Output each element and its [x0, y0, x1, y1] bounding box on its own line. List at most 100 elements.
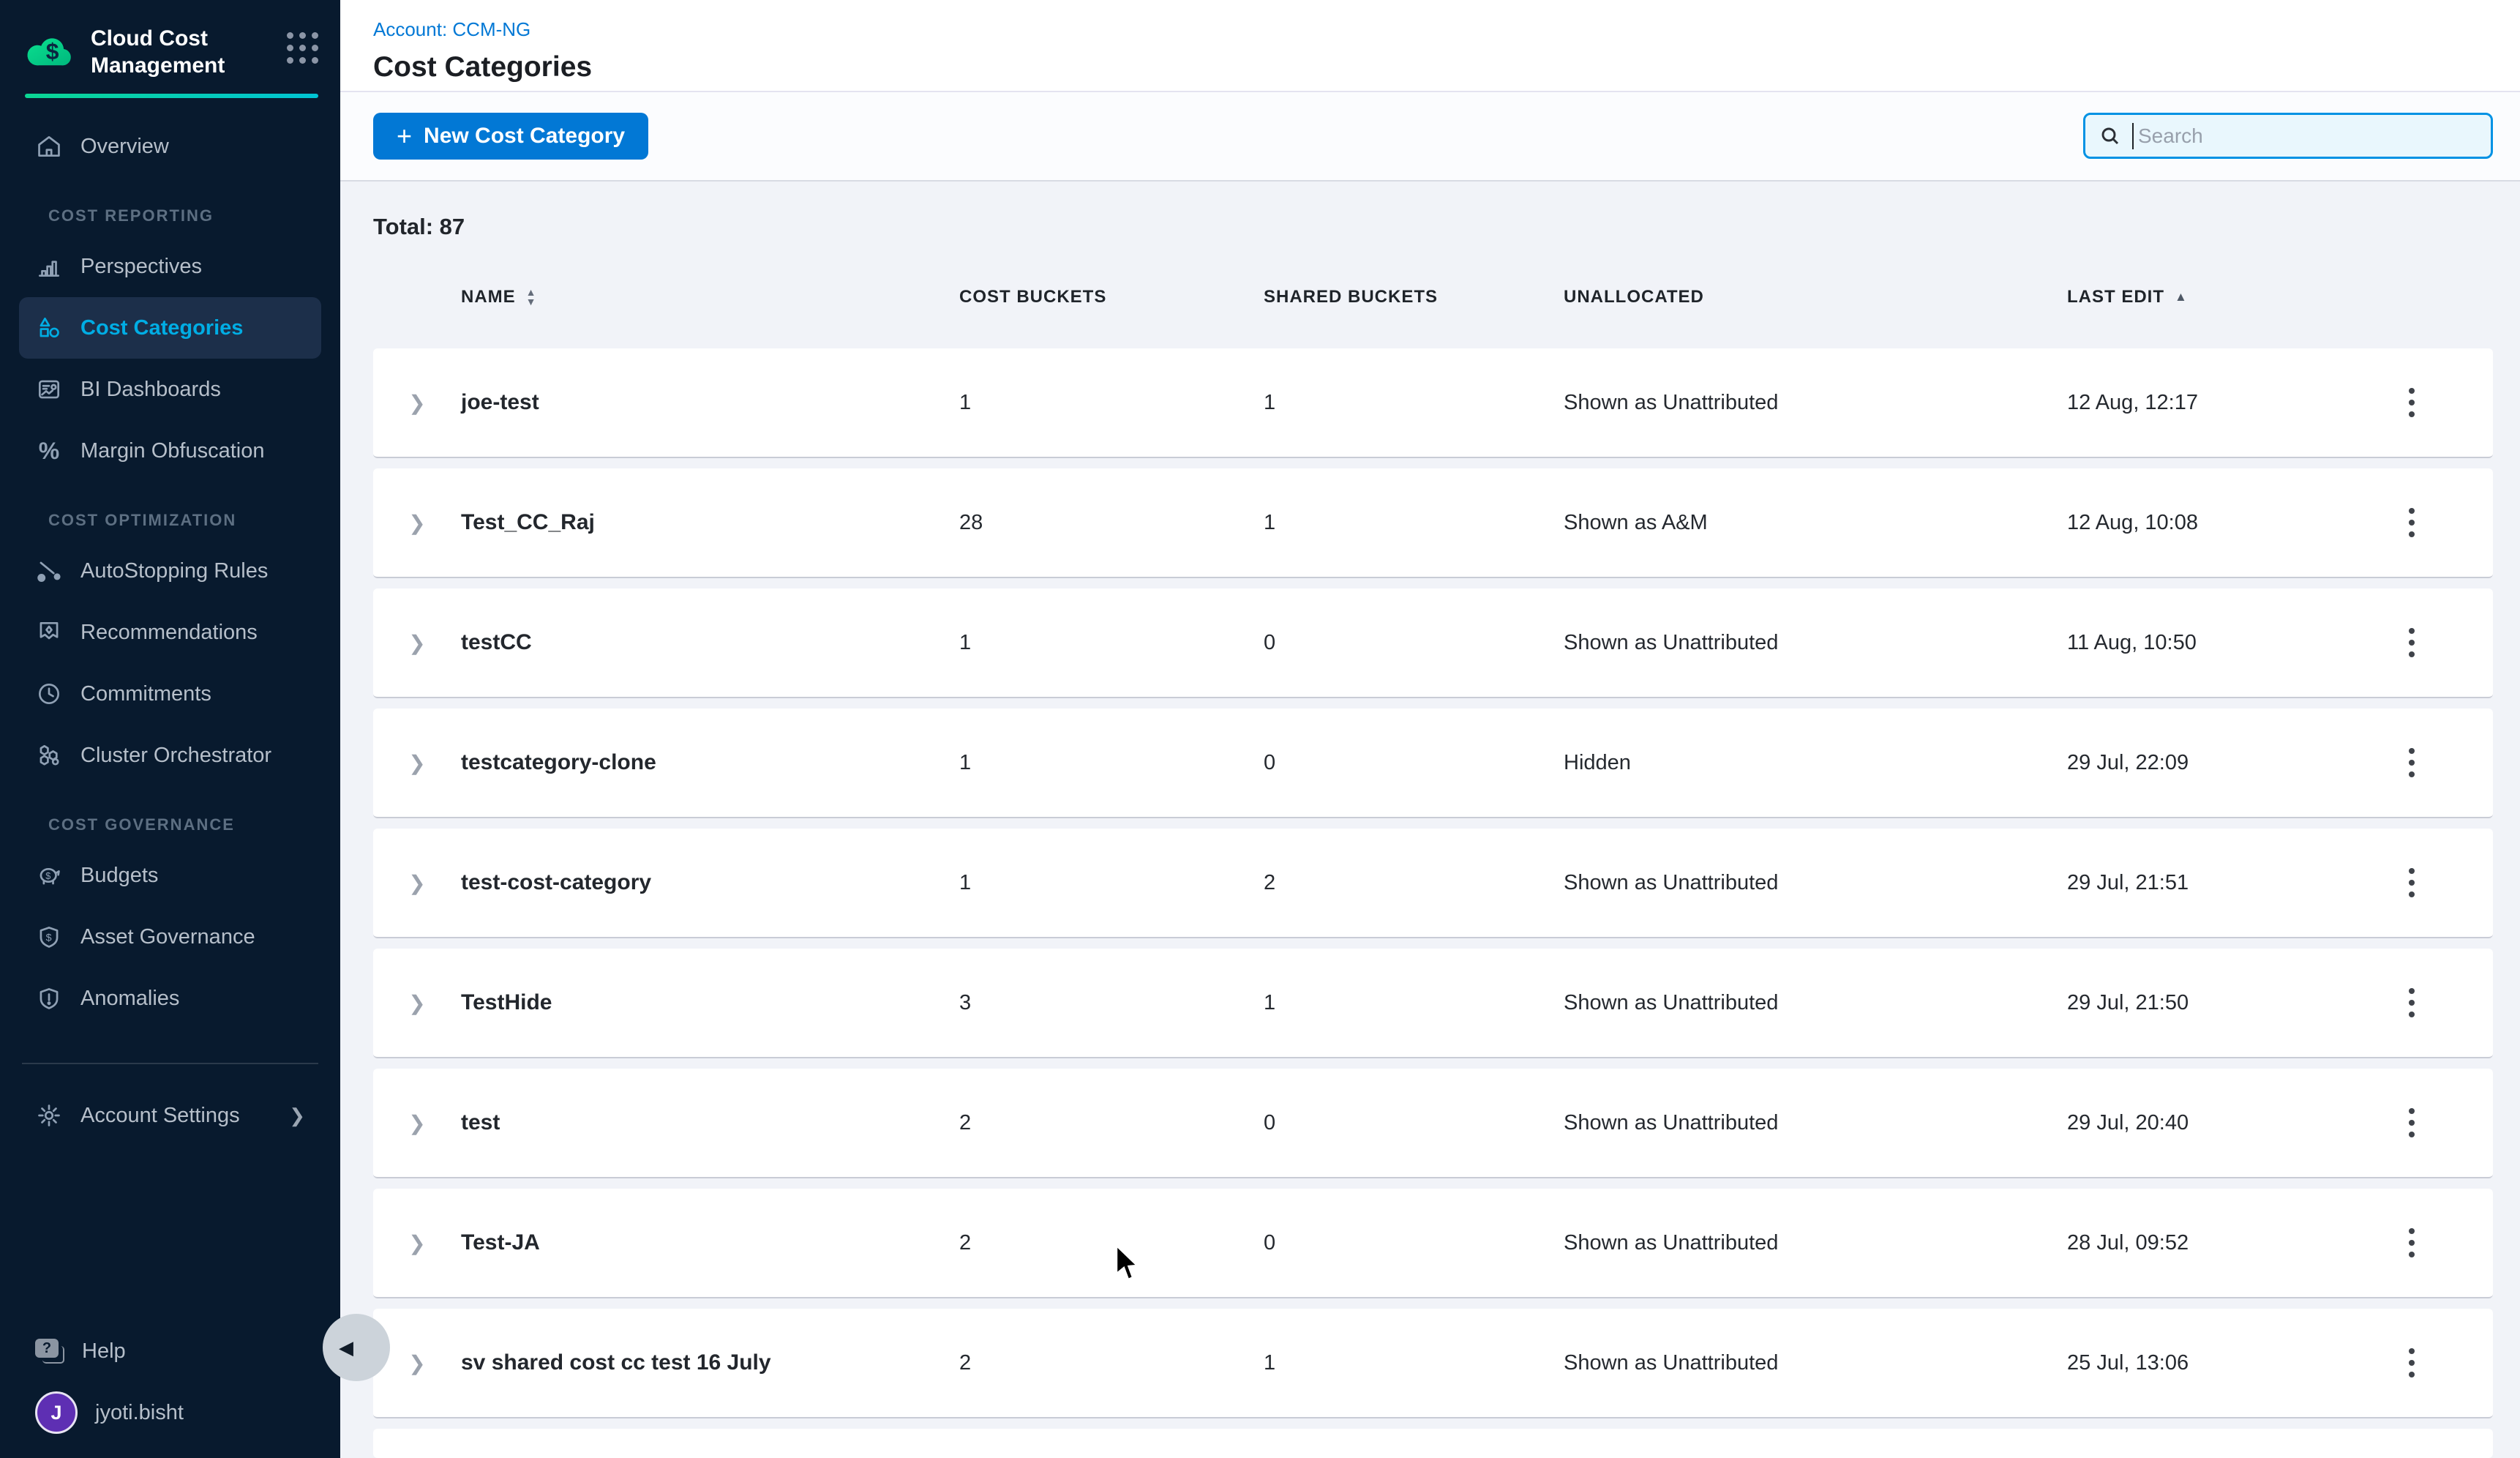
sidebar-item-label: AutoStopping Rules — [80, 559, 268, 583]
row-menu-kebab-icon[interactable] — [2330, 1348, 2493, 1377]
table-row[interactable]: ❯ Test_CC_Raj 28 1 Shown as A&M 12 Aug, … — [373, 468, 2493, 578]
row-shared-buckets: 1 — [1264, 991, 1564, 1015]
app-switcher-grid-icon[interactable] — [287, 32, 318, 64]
user-menu[interactable]: J jyoti.bisht — [19, 1382, 321, 1443]
home-icon — [35, 132, 63, 160]
expand-chevron-icon[interactable]: ❯ — [373, 751, 461, 775]
expand-chevron-icon[interactable]: ❯ — [373, 511, 461, 535]
expand-chevron-icon[interactable]: ❯ — [373, 871, 461, 895]
row-cost-buckets: 28 — [959, 511, 1264, 535]
row-menu-kebab-icon[interactable] — [2330, 1108, 2493, 1137]
table-row[interactable]: ❯ testCC 1 0 Shown as Unattributed 11 Au… — [373, 588, 2493, 698]
row-unallocated: Shown as Unattributed — [1564, 631, 2067, 655]
sidebar-item-commitments[interactable]: Commitments — [19, 663, 321, 725]
sidebar-item-perspectives[interactable]: Perspectives — [19, 236, 321, 297]
row-menu-kebab-icon[interactable] — [2330, 628, 2493, 657]
sidebar-item-label: Cluster Orchestrator — [80, 744, 271, 768]
expand-chevron-icon[interactable]: ❯ — [373, 391, 461, 415]
row-shared-buckets: 1 — [1264, 1351, 1564, 1375]
sidebar-collapse-handle[interactable]: ◀ — [323, 1314, 390, 1381]
shapes-icon — [35, 314, 63, 342]
row-unallocated: Shown as Unattributed — [1564, 1231, 2067, 1255]
dashboard-icon — [35, 375, 63, 403]
search-input[interactable] — [2138, 124, 2478, 148]
table-body: ❯ joe-test 1 1 Shown as Unattributed 12 … — [373, 348, 2493, 1458]
row-shared-buckets: 1 — [1264, 391, 1564, 415]
breadcrumb-account-link[interactable]: Account: CCM-NG — [373, 18, 2520, 41]
sidebar-divider — [22, 1063, 318, 1064]
piggy-bank-icon: $ — [35, 861, 63, 889]
row-cost-buckets: 1 — [959, 631, 1264, 655]
sidebar-item-autostopping-rules[interactable]: AutoStopping Rules — [19, 540, 321, 602]
search-icon — [2099, 124, 2122, 148]
sidebar-item-label: Budgets — [80, 864, 158, 888]
collapse-arrow-icon: ◀ — [339, 1336, 353, 1359]
row-name: joe-test — [461, 390, 959, 415]
table-row[interactable]: ❯ testcategory-clone 1 0 Hidden 29 Jul, … — [373, 709, 2493, 818]
search-box[interactable] — [2083, 113, 2493, 159]
row-cost-buckets: 3 — [959, 991, 1264, 1015]
row-cost-buckets: 1 — [959, 391, 1264, 415]
shield-alert-icon — [35, 984, 63, 1012]
table-row[interactable]: ❯ sv shared cost cc test 16 July 2 1 Sho… — [373, 1309, 2493, 1418]
row-last-edit: 12 Aug, 12:17 — [2067, 391, 2330, 415]
sidebar-item-margin-obfuscation[interactable]: % Margin Obfuscation — [19, 420, 321, 482]
row-name: test — [461, 1110, 959, 1135]
col-header-unallocated: UNALLOCATED — [1564, 287, 1704, 307]
table-header: NAME ▲▼ COST BUCKETS SHARED BUCKETS UNAL… — [373, 287, 2493, 307]
sidebar-bottom: ? Help J jyoti.bisht — [0, 1320, 340, 1458]
main-area: Account: CCM-NG Cost Categories + New Co… — [340, 0, 2520, 1458]
row-menu-kebab-icon[interactable] — [2330, 1228, 2493, 1257]
sidebar-item-label: Anomalies — [80, 987, 179, 1011]
row-last-edit: 12 Aug, 10:08 — [2067, 511, 2330, 535]
chevron-right-icon: ❯ — [289, 1104, 305, 1127]
col-header-name[interactable]: NAME — [461, 287, 516, 307]
expand-chevron-icon[interactable]: ❯ — [373, 991, 461, 1015]
row-name: testCC — [461, 630, 959, 655]
table-row[interactable]: ❯ test-cost-category 1 2 Shown as Unattr… — [373, 829, 2493, 938]
sort-icon[interactable]: ▲▼ — [526, 288, 537, 307]
table-row-partial[interactable] — [373, 1429, 2493, 1458]
table-row[interactable]: ❯ joe-test 1 1 Shown as Unattributed 12 … — [373, 348, 2493, 458]
sidebar-item-overview[interactable]: Overview — [19, 116, 321, 177]
sidebar-item-recommendations[interactable]: Recommendations — [19, 602, 321, 663]
expand-chevron-icon[interactable]: ❯ — [373, 1111, 461, 1135]
table-row[interactable]: ❯ test 2 0 Shown as Unattributed 29 Jul,… — [373, 1069, 2493, 1178]
sidebar-item-bi-dashboards[interactable]: BI Dashboards — [19, 359, 321, 420]
new-cost-category-button[interactable]: + New Cost Category — [373, 113, 648, 160]
row-menu-kebab-icon[interactable] — [2330, 988, 2493, 1017]
col-header-last-edit[interactable]: LAST EDIT — [2067, 287, 2164, 307]
sidebar-item-account-settings[interactable]: Account Settings ❯ — [19, 1085, 321, 1146]
help-button[interactable]: ? Help — [19, 1320, 321, 1382]
row-name: TestHide — [461, 990, 959, 1015]
row-menu-kebab-icon[interactable] — [2330, 868, 2493, 897]
row-shared-buckets: 0 — [1264, 1111, 1564, 1135]
row-last-edit: 28 Jul, 09:52 — [2067, 1231, 2330, 1255]
col-header-shared-buckets: SHARED BUCKETS — [1264, 287, 1438, 307]
expand-chevron-icon[interactable]: ❯ — [373, 631, 461, 655]
sidebar-item-cost-categories[interactable]: Cost Categories — [19, 297, 321, 359]
gear-icon — [35, 1102, 63, 1129]
table-row[interactable]: ❯ TestHide 3 1 Shown as Unattributed 29 … — [373, 949, 2493, 1058]
row-last-edit: 29 Jul, 22:09 — [2067, 751, 2330, 775]
user-name: jyoti.bisht — [95, 1401, 184, 1425]
app-root: $ Cloud Cost Management Overview COST RE… — [0, 0, 2520, 1458]
row-name: Test-JA — [461, 1230, 959, 1255]
row-unallocated: Shown as A&M — [1564, 511, 2067, 535]
sidebar-item-label: Margin Obfuscation — [80, 439, 264, 463]
sidebar-item-label: Overview — [80, 135, 169, 159]
row-cost-buckets: 2 — [959, 1351, 1264, 1375]
sidebar-item-anomalies[interactable]: Anomalies — [19, 968, 321, 1029]
row-menu-kebab-icon[interactable] — [2330, 508, 2493, 537]
row-menu-kebab-icon[interactable] — [2330, 388, 2493, 417]
sidebar-nav: Overview COST REPORTING Perspectives Cos… — [0, 116, 340, 1146]
recommendation-badge-icon — [35, 618, 63, 646]
sidebar-item-label: Commitments — [80, 682, 211, 706]
expand-chevron-icon[interactable]: ❯ — [373, 1231, 461, 1255]
row-unallocated: Shown as Unattributed — [1564, 1351, 2067, 1375]
sidebar-item-cluster-orchestrator[interactable]: Cluster Orchestrator — [19, 725, 321, 786]
row-menu-kebab-icon[interactable] — [2330, 748, 2493, 777]
table-row[interactable]: ❯ Test-JA 2 0 Shown as Unattributed 28 J… — [373, 1189, 2493, 1298]
sidebar-item-budgets[interactable]: $ Budgets — [19, 845, 321, 906]
sidebar-item-asset-governance[interactable]: $ Asset Governance — [19, 906, 321, 968]
